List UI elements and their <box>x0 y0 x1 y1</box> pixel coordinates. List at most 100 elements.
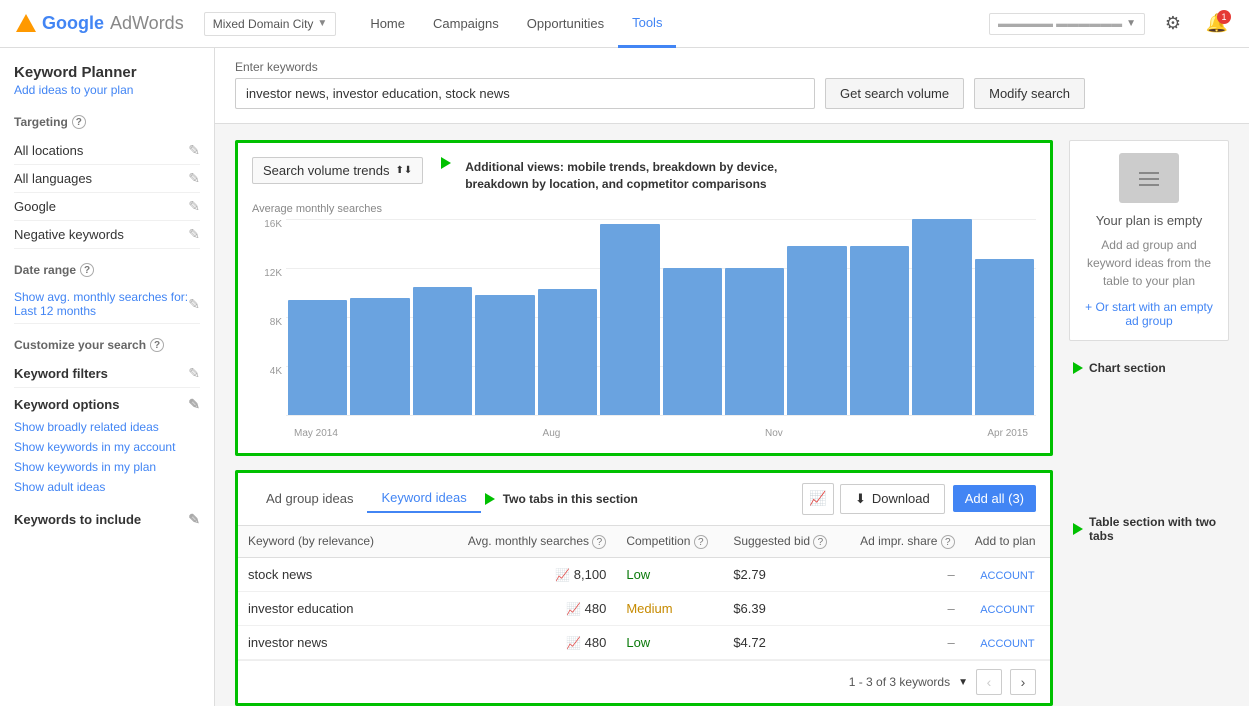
keyword-text-1: investor education <box>248 601 354 616</box>
chart-bar-6[interactable] <box>663 268 722 415</box>
add-cell-1: ACCOUNT <box>965 592 1050 626</box>
pagination-info: 1 - 3 of 3 keywords <box>849 675 950 689</box>
chart-bar-0[interactable] <box>288 300 347 414</box>
nav-tools[interactable]: Tools <box>618 0 676 48</box>
chart-bar-8[interactable] <box>787 246 846 415</box>
trend-icon-0[interactable]: 📈 <box>555 568 570 582</box>
main-content: Enter keywords Get search volume Modify … <box>215 48 1249 706</box>
modify-search-button[interactable]: Modify search <box>974 78 1085 109</box>
search-bar-area: Enter keywords Get search volume Modify … <box>215 48 1249 124</box>
x-label-may: May 2014 <box>294 428 338 439</box>
keyword-search-input[interactable] <box>235 78 815 109</box>
link-kw-plan[interactable]: Show keywords in my plan <box>14 457 200 477</box>
tab-ad-group-ideas[interactable]: Ad group ideas <box>252 485 367 512</box>
chart-dropdown[interactable]: Search volume trends ⬆⬇ <box>252 157 423 184</box>
nav-home[interactable]: Home <box>356 0 419 48</box>
get-search-volume-button[interactable]: Get search volume <box>825 78 964 109</box>
nav-campaigns[interactable]: Campaigns <box>419 0 513 48</box>
chart-icon: 📈 <box>809 490 826 507</box>
chart-bar-5[interactable] <box>600 224 659 415</box>
negative-kw-label: Negative keywords <box>14 227 124 242</box>
tab-keyword-ideas[interactable]: Keyword ideas <box>367 484 480 513</box>
nav-opportunities[interactable]: Opportunities <box>513 0 618 48</box>
search-bar-row: Get search volume Modify search <box>235 78 1229 109</box>
competition-help-icon[interactable]: ? <box>694 535 708 549</box>
network-edit-icon[interactable]: ✎ <box>188 198 200 215</box>
link-broadly-related[interactable]: Show broadly related ideas <box>14 417 200 437</box>
tab-annotation-text: Two tabs in this section <box>503 492 638 506</box>
y-tick-12k: 12K <box>252 268 286 279</box>
chart-bar-4[interactable] <box>538 289 597 414</box>
add-to-plan-button-0[interactable]: ACCOUNT <box>980 570 1034 582</box>
chart-section-arrow-icon <box>1073 362 1083 374</box>
kw-cell-0: stock news <box>238 558 449 592</box>
monthly-value-2: 480 <box>585 635 607 650</box>
right-panel-link[interactable]: + Or start with an empty ad group <box>1082 300 1216 328</box>
network-label: Google <box>14 199 56 214</box>
page-prev-button[interactable]: ‹ <box>976 669 1002 695</box>
languages-label: All languages <box>14 171 92 186</box>
chart-bar-2[interactable] <box>413 287 472 415</box>
table-section-arrow-icon <box>1073 523 1083 535</box>
monthly-cell-2: 📈 480 <box>449 626 616 660</box>
targeting-help-icon[interactable]: ? <box>72 115 86 129</box>
x-label-apr: Apr 2015 <box>987 428 1028 439</box>
link-adult-ideas[interactable]: Show adult ideas <box>14 477 200 497</box>
add-to-plan-button-2[interactable]: ACCOUNT <box>980 638 1034 650</box>
negative-kw-edit-icon[interactable]: ✎ <box>188 226 200 243</box>
monthly-cell-0: 📈 8,100 <box>449 558 616 592</box>
chart-bar-10[interactable] <box>912 219 971 415</box>
comp-cell-1: Medium <box>616 592 723 626</box>
locations-edit-icon[interactable]: ✎ <box>188 142 200 159</box>
download-button[interactable]: ⬇ Download <box>840 484 945 514</box>
kw-options-edit-icon[interactable]: ✎ <box>188 396 200 413</box>
trend-icon-1[interactable]: 📈 <box>566 602 581 616</box>
monthly-help-icon[interactable]: ? <box>592 535 606 549</box>
chart-bar-11[interactable] <box>975 259 1034 414</box>
date-range-help-icon[interactable]: ? <box>80 263 94 277</box>
chart-view-button[interactable]: 📈 <box>802 483 834 515</box>
bid-cell-2: $4.72 <box>723 626 843 660</box>
sidebar-row-network: Google ✎ <box>14 193 200 221</box>
kw-filters-edit-icon[interactable]: ✎ <box>188 365 200 382</box>
kw-include-edit-icon[interactable]: ✎ <box>188 511 200 528</box>
nav-search-box: ▬▬▬▬▬ ▬▬▬▬▬▬ ▼ <box>989 13 1145 35</box>
add-cell-0: ACCOUNT <box>965 558 1050 592</box>
pagination-dropdown-icon[interactable]: ▼ <box>958 677 968 688</box>
sidebar-row-languages: All languages ✎ <box>14 165 200 193</box>
logo: Google AdWords <box>16 13 184 34</box>
date-edit-icon[interactable]: ✎ <box>188 296 200 313</box>
trend-icon-2[interactable]: 📈 <box>566 636 581 650</box>
monthly-value-0: 8,100 <box>574 567 607 582</box>
add-to-plan-button-1[interactable]: ACCOUNT <box>980 604 1034 616</box>
th-monthly: Avg. monthly searches ? <box>449 526 616 558</box>
page-next-button[interactable]: › <box>1010 669 1036 695</box>
nav-account-info: ▬▬▬▬▬ ▬▬▬▬▬▬ <box>998 18 1122 30</box>
chart-dropdown-label: Search volume trends <box>263 163 389 178</box>
customize-help-icon[interactable]: ? <box>150 338 164 352</box>
bid-help-icon[interactable]: ? <box>813 535 827 549</box>
languages-edit-icon[interactable]: ✎ <box>188 170 200 187</box>
comp-cell-2: Low <box>616 626 723 660</box>
settings-button[interactable]: ⚙ <box>1157 8 1189 40</box>
chart-bar-9[interactable] <box>850 246 909 415</box>
keyword-options-section: Keyword options ✎ Show broadly related i… <box>14 392 200 532</box>
link-kw-account[interactable]: Show keywords in my account <box>14 437 200 457</box>
chart-bar-7[interactable] <box>725 268 784 415</box>
kw-cell-2: investor news <box>238 626 449 660</box>
targeting-label: Targeting ? <box>14 115 200 129</box>
table-body: stock news 📈 8,100 Low $2.79 – ACCOUNT i… <box>238 558 1050 660</box>
table-section: Ad group ideas Keyword ideas Two tabs in… <box>235 470 1053 706</box>
chart-bar-3[interactable] <box>475 295 534 415</box>
chart-bar-1[interactable] <box>350 298 409 415</box>
account-selector[interactable]: Mixed Domain City ▼ <box>204 12 337 36</box>
date-value: Show avg. monthly searches for: Last 12 … <box>14 290 188 318</box>
add-all-button[interactable]: Add all (3) <box>953 485 1036 512</box>
x-label-aug: Aug <box>543 428 561 439</box>
keyword-table: Keyword (by relevance) Avg. monthly sear… <box>238 526 1050 661</box>
sidebar-row-negative-kw: Negative keywords ✎ <box>14 221 200 249</box>
chart-y-axis: 16K 12K 8K 4K <box>252 219 286 415</box>
impr-help-icon[interactable]: ? <box>941 535 955 549</box>
chart-header: Search volume trends ⬆⬇ Additional views… <box>252 157 1036 193</box>
notifications-button[interactable]: 🔔 1 <box>1201 8 1233 40</box>
